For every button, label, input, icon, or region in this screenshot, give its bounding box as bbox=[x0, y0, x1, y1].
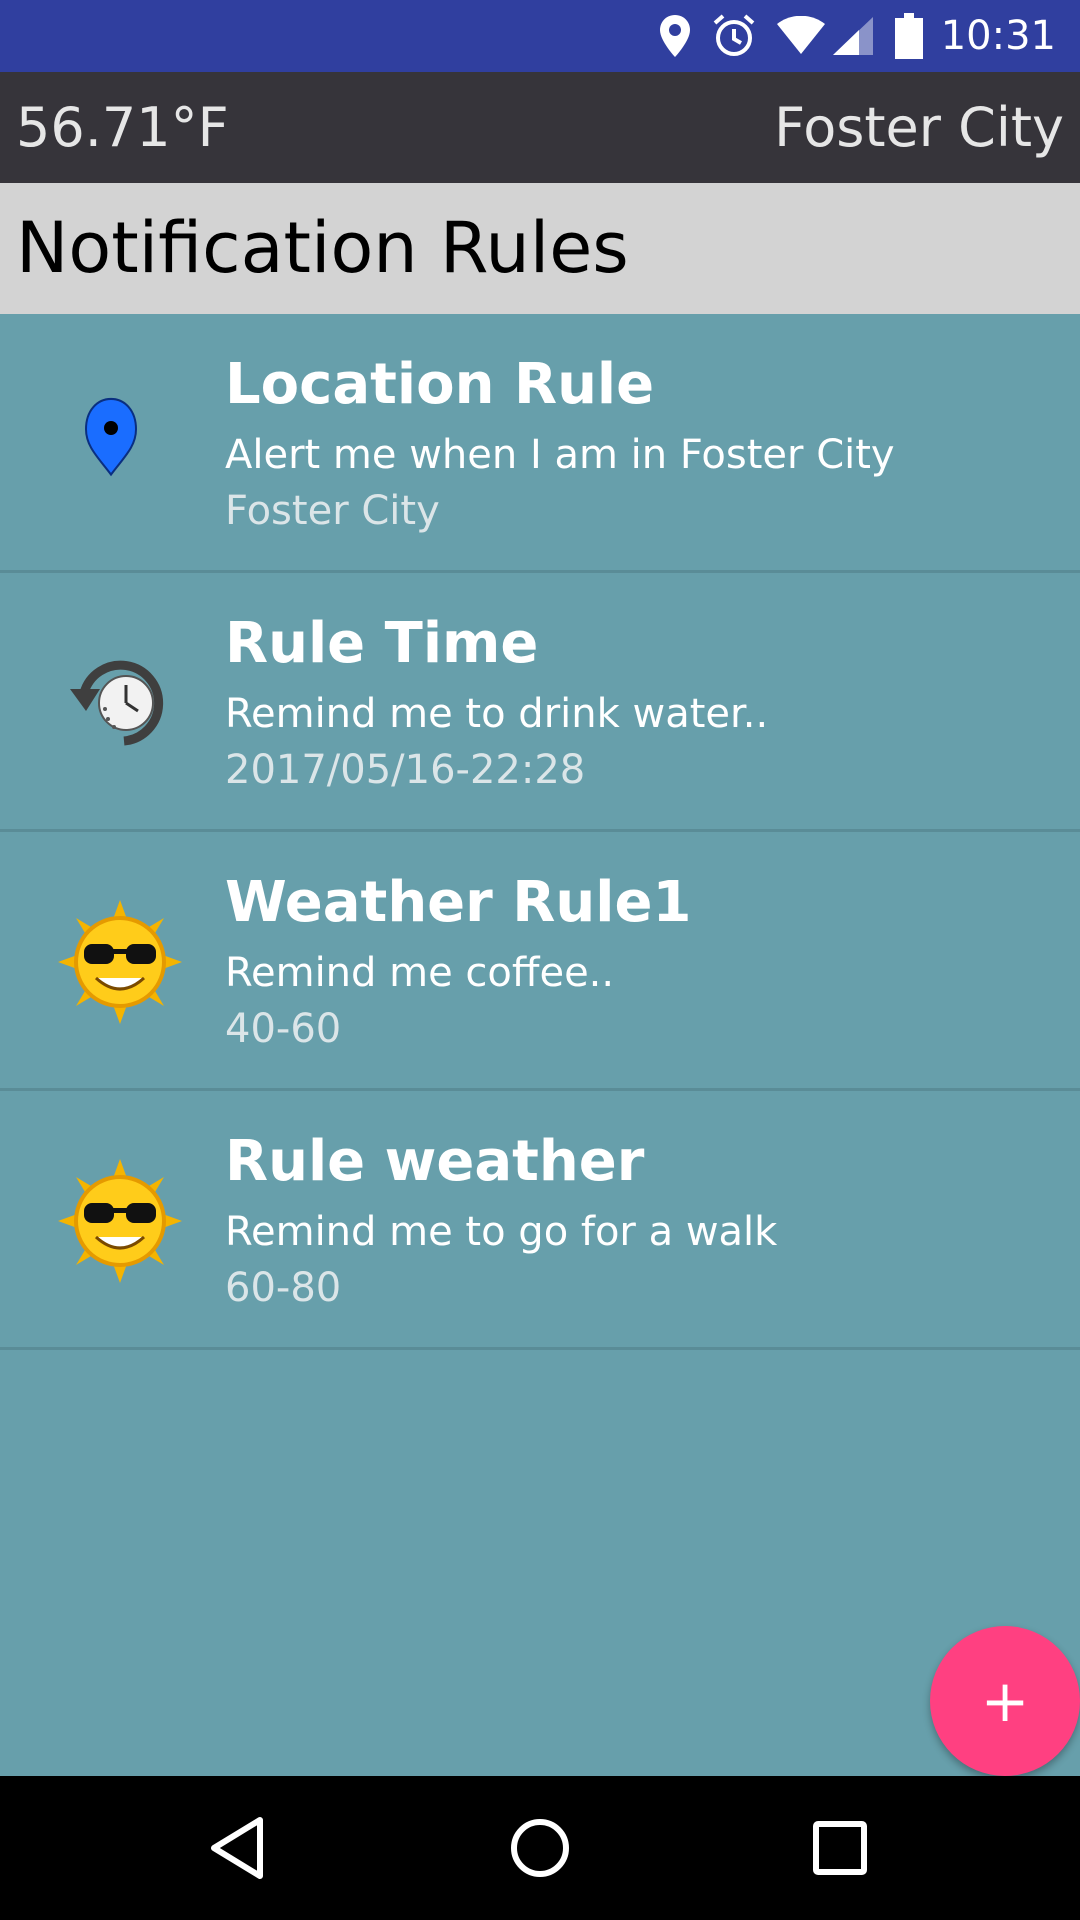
back-icon[interactable] bbox=[190, 1798, 290, 1898]
signal-icon bbox=[831, 15, 875, 57]
add-rule-button[interactable]: + bbox=[930, 1626, 1080, 1776]
rule-detail: 2017/05/16-22:28 bbox=[225, 747, 586, 793]
navigation-bar bbox=[0, 1776, 1080, 1920]
rule-detail: 60-80 bbox=[225, 1265, 342, 1311]
page-title: Notification Rules bbox=[16, 207, 629, 289]
rule-description: Alert me when I am in Foster City bbox=[225, 432, 895, 478]
sun-sunglasses-icon bbox=[50, 1151, 190, 1291]
rule-item-weather-2[interactable]: Rule weather Remind me to go for a walk … bbox=[0, 1091, 1080, 1350]
rule-description: Remind me to drink water.. bbox=[225, 691, 769, 737]
map-pin-icon bbox=[50, 374, 190, 514]
rule-name: Rule weather bbox=[225, 1129, 645, 1194]
rule-description: Remind me to go for a walk bbox=[225, 1209, 778, 1255]
temperature-readout: 56.71°F bbox=[16, 96, 229, 159]
rule-name: Weather Rule1 bbox=[225, 870, 692, 935]
wifi-icon bbox=[775, 16, 827, 56]
sun-sunglasses-icon bbox=[50, 892, 190, 1032]
rule-item-weather-1[interactable]: Weather Rule1 Remind me coffee.. 40-60 bbox=[0, 832, 1080, 1091]
rule-detail: Foster City bbox=[225, 488, 440, 534]
weather-bar: 56.71°F Foster City bbox=[0, 72, 1080, 183]
status-bar: 10:31 bbox=[0, 0, 1080, 72]
battery-icon bbox=[894, 13, 923, 59]
rule-name: Rule Time bbox=[225, 611, 539, 676]
home-icon[interactable] bbox=[490, 1798, 590, 1898]
rule-item-location[interactable]: Location Rule Alert me when I am in Fost… bbox=[0, 314, 1080, 573]
recents-icon[interactable] bbox=[790, 1798, 890, 1898]
location-icon bbox=[657, 13, 693, 59]
alarm-icon bbox=[711, 13, 757, 59]
status-icons: 10:31 bbox=[657, 0, 1056, 72]
rule-name: Location Rule bbox=[225, 352, 655, 417]
clock-history-icon bbox=[50, 633, 190, 773]
rule-description: Remind me coffee.. bbox=[225, 950, 615, 996]
status-time: 10:31 bbox=[940, 13, 1056, 59]
title-bar: Notification Rules bbox=[0, 183, 1080, 314]
city-name: Foster City bbox=[774, 96, 1064, 159]
plus-icon: + bbox=[980, 1667, 1030, 1735]
rules-list: Location Rule Alert me when I am in Fost… bbox=[0, 314, 1080, 1350]
rule-detail: 40-60 bbox=[225, 1006, 342, 1052]
rule-item-time[interactable]: Rule Time Remind me to drink water.. 201… bbox=[0, 573, 1080, 832]
